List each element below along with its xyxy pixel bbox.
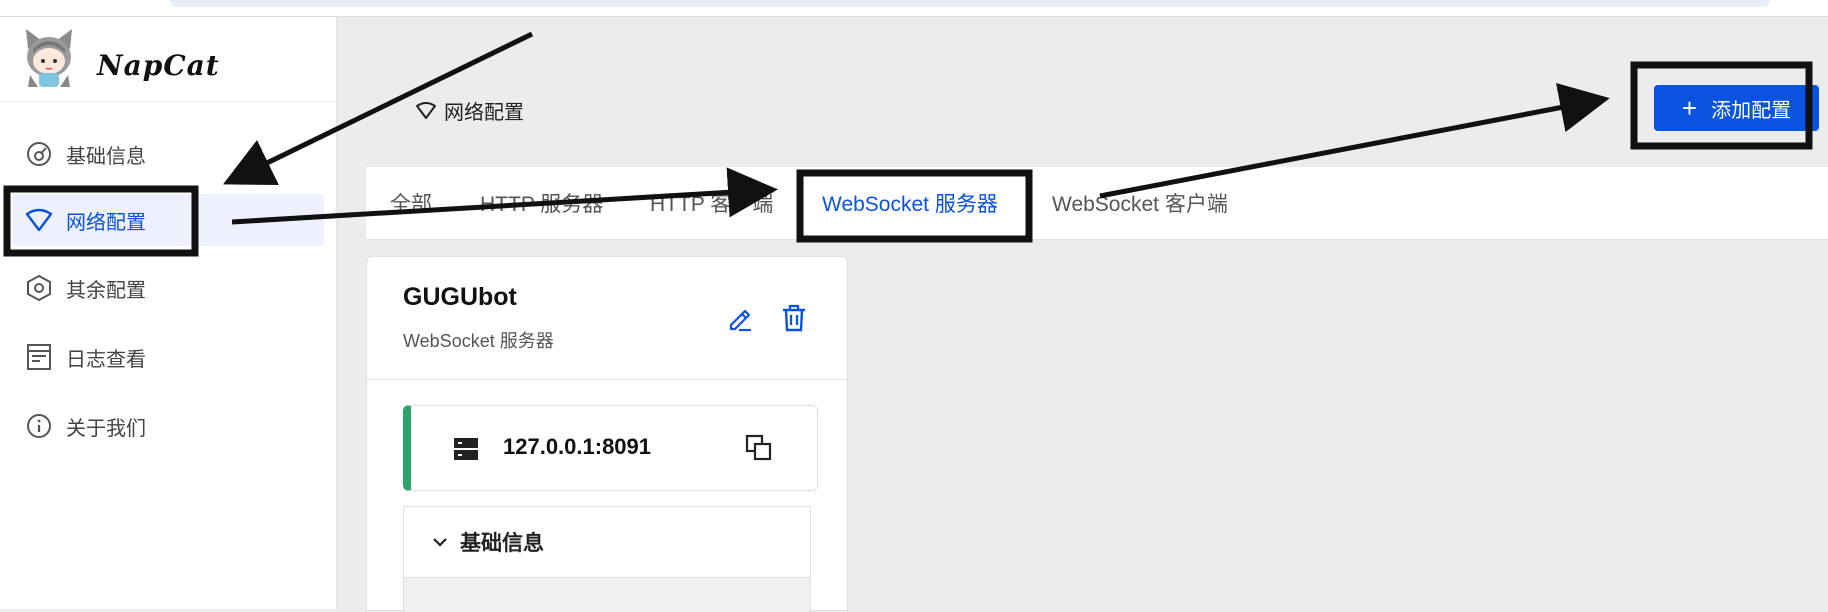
tab-websocket-client[interactable]: WebSocket 客户端 (1052, 167, 1228, 239)
wifi-icon (24, 205, 54, 235)
sidebar-item-label: 网络配置 (66, 211, 146, 234)
page-title: 网络配置 (416, 96, 524, 125)
sidebar-item-label: 关于我们 (66, 417, 146, 440)
napcat-avatar-icon (26, 29, 72, 87)
tab-websocket-server[interactable]: WebSocket 服务器 (822, 167, 998, 239)
add-config-label: 添加配置 (1711, 99, 1792, 122)
log-icon (24, 342, 54, 372)
sidebar-item-label: 基础信息 (66, 145, 146, 168)
browser-top-bar (0, 0, 1828, 17)
edit-icon[interactable] (725, 303, 755, 338)
browser-address-bar[interactable] (170, 0, 1770, 7)
chevron-down-icon (432, 536, 448, 548)
tab-http-server[interactable]: HTTP 服务器 (480, 167, 603, 239)
sidebar-item-label: 日志查看 (66, 348, 146, 371)
plus-icon: + (1681, 93, 1698, 123)
sidebar-divider (0, 101, 336, 102)
section-label: 基础信息 (460, 532, 544, 555)
brand-name: NapCat (97, 49, 220, 82)
tab-all[interactable]: 全部 (390, 167, 432, 239)
address-text: 127.0.0.1:8091 (503, 434, 652, 459)
basic-info-section-body (404, 577, 810, 612)
card-title: GUGUbot (403, 283, 517, 311)
server-icon (453, 436, 479, 467)
tab-http-client[interactable]: HTTP 客户端 (650, 167, 773, 239)
card-divider (367, 379, 847, 380)
address-box: 127.0.0.1:8091 (403, 405, 818, 491)
dashboard-icon (24, 139, 54, 169)
basic-info-section-header[interactable]: 基础信息 (404, 507, 810, 577)
sidebar-item-about[interactable]: 关于我们 (12, 400, 324, 452)
page-title-text: 网络配置 (444, 102, 524, 124)
card-subtitle: WebSocket 服务器 (403, 331, 554, 351)
add-config-button[interactable]: + 添加配置 (1654, 85, 1819, 131)
copy-icon[interactable] (745, 434, 773, 467)
hexagon-settings-icon (24, 273, 54, 303)
sidebar: NapCat 基础信息 网络配置 其余配置 日志查看 关于我们 (0, 17, 337, 609)
config-card: GUGUbot WebSocket 服务器 127.0.0.1:8091 基础信… (366, 256, 848, 612)
basic-info-section: 基础信息 (403, 506, 811, 612)
sidebar-item-basic-info[interactable]: 基础信息 (12, 128, 324, 180)
sidebar-item-logs[interactable]: 日志查看 (12, 331, 324, 383)
sidebar-item-other-config[interactable]: 其余配置 (12, 262, 324, 314)
app-logo[interactable]: NapCat (20, 27, 320, 107)
sidebar-item-network[interactable]: 网络配置 (12, 194, 324, 246)
info-icon (24, 411, 54, 441)
tab-bar: 全部 HTTP 服务器 HTTP 客户端 WebSocket 服务器 WebSo… (366, 167, 1828, 240)
sidebar-item-label: 其余配置 (66, 279, 146, 302)
wifi-icon (416, 101, 436, 120)
delete-icon[interactable] (779, 303, 809, 338)
